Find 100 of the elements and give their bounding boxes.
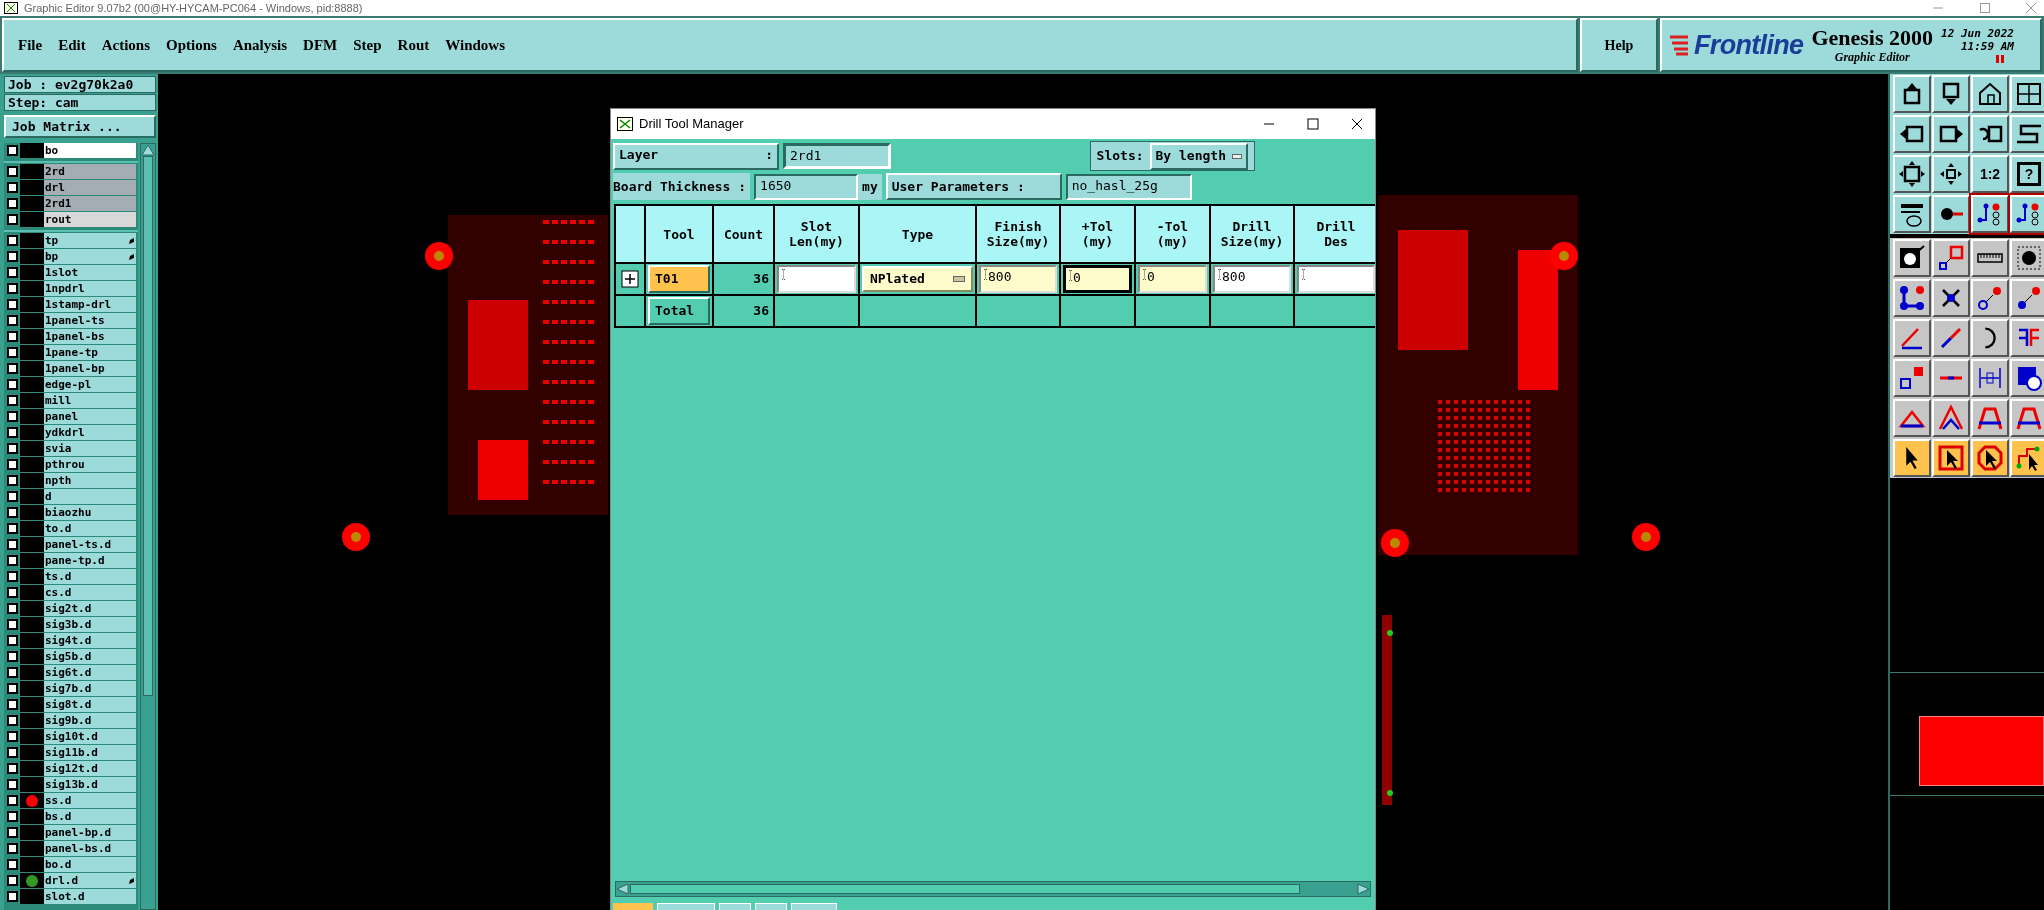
toolbar-button[interactable] (1971, 399, 2009, 437)
layer-checkbox[interactable] (6, 859, 18, 870)
layer-checkbox[interactable] (6, 683, 18, 694)
layer-checkbox[interactable] (6, 299, 18, 310)
toolbar-button[interactable] (1893, 279, 1931, 317)
toolbar-button[interactable] (1971, 239, 2009, 277)
layer-checkbox[interactable] (6, 795, 18, 806)
toolbar-button[interactable] (2010, 75, 2044, 113)
layer-item[interactable]: ts.d (44, 569, 136, 584)
layer-item[interactable]: drl (44, 180, 136, 195)
layer-item[interactable]: tp (44, 233, 136, 248)
layer-item[interactable]: sig4t.d (44, 633, 136, 648)
layer-item[interactable]: sig11b.d (44, 745, 136, 760)
value-field[interactable] (1297, 265, 1375, 293)
layer-checkbox[interactable] (6, 619, 18, 630)
layer-item[interactable]: panel-bs.d (44, 841, 136, 856)
layer-checkbox[interactable] (6, 507, 18, 518)
layer-checkbox[interactable] (6, 283, 18, 294)
thickness-field[interactable]: 1650 (754, 173, 859, 200)
layer-item[interactable]: pthrou (44, 457, 136, 472)
layer-item[interactable]: bs.d (44, 809, 136, 824)
layer-item[interactable]: bo (44, 143, 136, 158)
toolbar-button[interactable] (2010, 239, 2044, 277)
layer-item[interactable]: sig10t.d (44, 729, 136, 744)
layer-item[interactable]: 1npdrl (44, 281, 136, 296)
layer-item[interactable]: bp (44, 249, 136, 264)
value-field[interactable]: 800 (1213, 265, 1291, 293)
layer-item[interactable]: drl.d (44, 873, 136, 888)
user-parameters-field[interactable]: no_hasl_25g (1065, 173, 1192, 200)
layer-item[interactable]: 1panel-bs (44, 329, 136, 344)
layer-checkbox[interactable] (6, 145, 18, 156)
toolbar-button[interactable] (2010, 359, 2044, 397)
layer-checkbox[interactable] (6, 267, 18, 278)
layer-item[interactable]: panel-bp.d (44, 825, 136, 840)
layer-checkbox[interactable] (6, 699, 18, 710)
layer-checkbox[interactable] (6, 891, 18, 902)
layer-checkbox[interactable] (6, 539, 18, 550)
toolbar-button[interactable] (1932, 439, 1970, 477)
layer-item[interactable]: sig13b.d (44, 777, 136, 792)
toolbar-button[interactable] (1932, 115, 1970, 153)
layer-item[interactable]: sig6t.d (44, 665, 136, 680)
toolbar-button[interactable]: ? (2010, 155, 2044, 193)
layer-item[interactable]: cs.d (44, 585, 136, 600)
toolbar-button[interactable] (1971, 195, 2009, 233)
layer-checkbox[interactable] (6, 827, 18, 838)
menu-item[interactable]: DFM (303, 33, 338, 57)
layer-button[interactable]: Layer : (613, 142, 779, 170)
layer-item[interactable]: sig3b.d (44, 617, 136, 632)
toolbar-button[interactable] (1932, 75, 1970, 113)
value-field[interactable]: 800 (979, 265, 1057, 293)
layer-checkbox[interactable] (6, 363, 18, 374)
toolbar-button[interactable] (1932, 399, 1970, 437)
toolbar-button[interactable] (1971, 279, 2009, 317)
layer-checkbox[interactable] (6, 347, 18, 358)
toolbar-button[interactable] (2010, 195, 2044, 233)
layer-checkbox[interactable] (6, 443, 18, 454)
layer-checkbox[interactable] (6, 763, 18, 774)
toolbar-button[interactable] (1893, 359, 1931, 397)
toolbar-button[interactable] (1971, 319, 2009, 357)
layer-item[interactable]: npth (44, 473, 136, 488)
layer-item[interactable]: 1stamp-drl (44, 297, 136, 312)
toolbar-button[interactable] (1893, 195, 1931, 233)
layer-item[interactable]: edge-pl (44, 377, 136, 392)
toolbar-button[interactable] (2010, 279, 2044, 317)
layer-checkbox[interactable] (6, 331, 18, 342)
layer-item[interactable]: pane-tp.d (44, 553, 136, 568)
toolbar-button[interactable] (2010, 115, 2044, 153)
toolbar-button[interactable] (2010, 439, 2044, 477)
layer-checkbox[interactable] (6, 475, 18, 486)
layer-checkbox[interactable] (6, 166, 18, 177)
layer-item[interactable]: to.d (44, 521, 136, 536)
toolbar-button[interactable] (1932, 195, 1970, 233)
layer-item[interactable]: 1slot (44, 265, 136, 280)
toolbar-button[interactable] (1893, 115, 1931, 153)
layer-field[interactable]: 2rd1 (783, 143, 891, 169)
layer-item[interactable]: bo.d (44, 857, 136, 872)
type-select[interactable]: NPlated (862, 266, 973, 292)
job-matrix-button[interactable]: Job Matrix ... (4, 115, 156, 138)
layer-checkbox[interactable] (6, 182, 18, 193)
value-field[interactable]: 0 (1138, 265, 1207, 293)
close-icon[interactable] (1351, 118, 1363, 130)
layer-item[interactable]: sig5b.d (44, 649, 136, 664)
layer-item[interactable]: panel (44, 409, 136, 424)
layer-scrollbar[interactable] (140, 143, 156, 910)
layer-checkbox[interactable] (6, 875, 18, 886)
toolbar-button[interactable] (1971, 75, 2009, 113)
tool-button[interactable]: Total (648, 297, 710, 325)
layer-item[interactable]: sig7b.d (44, 681, 136, 696)
toolbar-button[interactable] (1893, 319, 1931, 357)
layer-item[interactable]: rout (44, 212, 136, 227)
scroll-thumb[interactable] (143, 156, 153, 696)
toolbar-button[interactable] (1932, 359, 1970, 397)
layer-item[interactable]: mill (44, 393, 136, 408)
layer-item[interactable]: sig8t.d (44, 697, 136, 712)
layer-item[interactable]: 1pane-tp (44, 345, 136, 360)
layer-checkbox[interactable] (6, 587, 18, 598)
layer-item[interactable]: biaozhu (44, 505, 136, 520)
layer-checkbox[interactable] (6, 379, 18, 390)
toolbar-button[interactable] (1932, 239, 1970, 277)
toolbar-button[interactable] (1932, 319, 1970, 357)
